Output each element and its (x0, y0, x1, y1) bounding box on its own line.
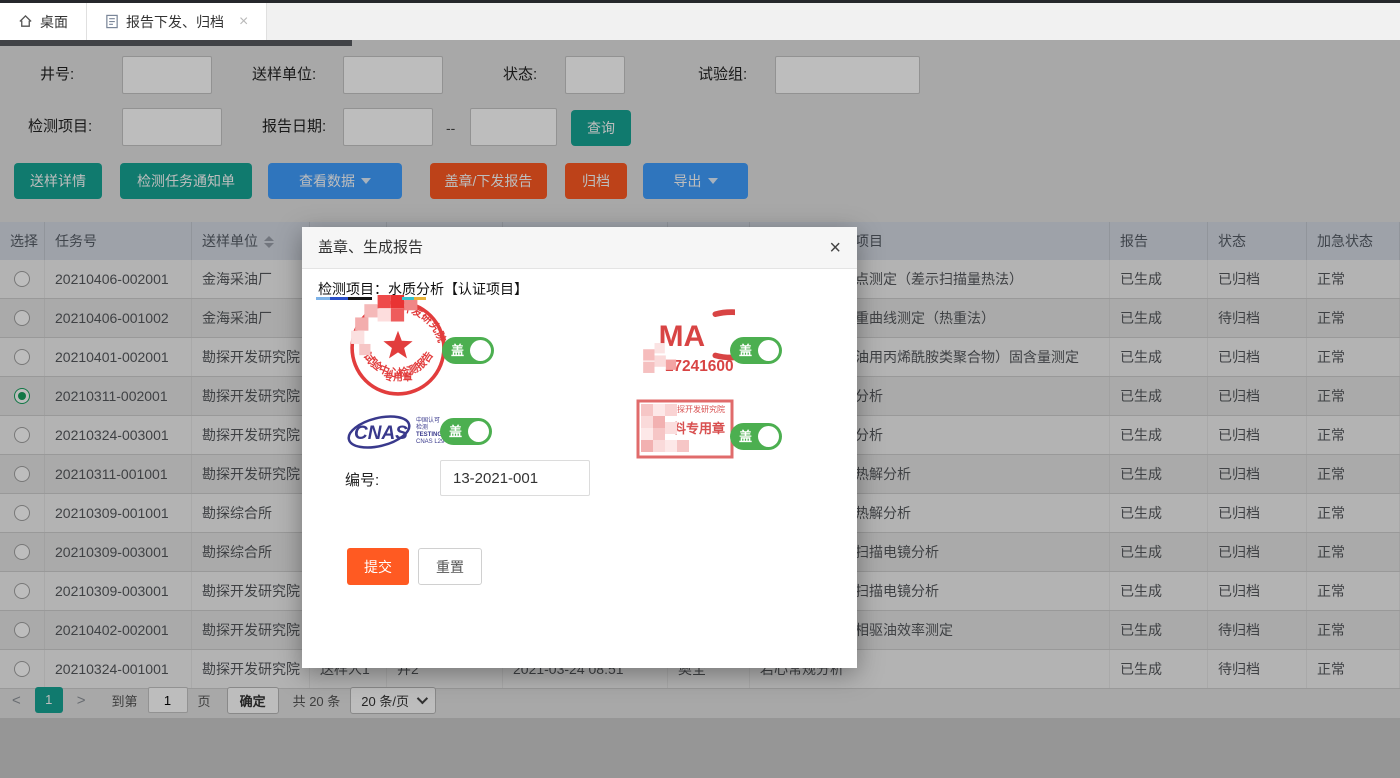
underline-mark (330, 297, 348, 300)
tab-close-icon[interactable]: × (239, 13, 248, 31)
underline-mark (414, 297, 426, 300)
svg-text:MA: MA (659, 320, 706, 353)
censor-mosaic (351, 295, 417, 355)
number-label: 编号: (345, 469, 379, 490)
svg-text:勘探开发研究院: 勘探开发研究院 (669, 404, 725, 414)
reset-button[interactable]: 重置 (418, 548, 482, 585)
tab-label: 报告下发、归档 (126, 12, 224, 32)
svg-text:料专用章: 料专用章 (673, 421, 725, 436)
home-icon (18, 14, 33, 29)
modal-title: 盖章、生成报告 (318, 227, 423, 269)
stamp-toggle-cnas[interactable]: 盖 (440, 418, 492, 445)
svg-text:中国认可: 中国认可 (416, 416, 440, 424)
cma-stamp: MA 17241600 (640, 308, 735, 374)
app-screen: 桌面 报告下发、归档 × 井号: 送样单位: 状态: 试验组: 检测项目: 报告… (0, 0, 1400, 778)
document-icon (105, 14, 119, 29)
toggle-knob (758, 340, 779, 361)
toggle-knob (470, 340, 491, 361)
rect-seal-stamp: 勘探开发研究院 料专用章 (635, 398, 735, 460)
tab-label: 桌面 (40, 12, 68, 32)
report-number-input[interactable] (440, 460, 590, 496)
toggle-knob (758, 426, 779, 447)
submit-button[interactable]: 提交 (347, 548, 409, 585)
underline-mark (402, 297, 414, 300)
stamp-toggle-rect[interactable]: 盖 (730, 423, 782, 450)
tab-bar: 桌面 报告下发、归档 × (0, 3, 1400, 40)
round-seal-stamp: 试验中心检测报告 专用章 开发研究院 (347, 295, 449, 397)
svg-text:CNAS: CNAS (354, 423, 408, 444)
tab-report-archive[interactable]: 报告下发、归档 × (87, 3, 267, 40)
svg-text:专用章: 专用章 (383, 371, 412, 384)
stamp-toggle-cma[interactable]: 盖 (730, 337, 782, 364)
underline-mark (316, 297, 330, 300)
svg-text:检测: 检测 (416, 423, 428, 431)
svg-text:TESTING: TESTING (416, 432, 442, 438)
modal-close-icon[interactable]: × (829, 236, 841, 260)
stamp-report-modal: 盖章、生成报告 × 检测项目：水质分析【认证项目】 试验中心检测报告 专用章 开… (302, 227, 857, 668)
stamp-toggle-round[interactable]: 盖 (442, 337, 494, 364)
toggle-knob (468, 421, 489, 442)
tab-desktop[interactable]: 桌面 (0, 3, 87, 40)
underline-mark (348, 297, 372, 300)
